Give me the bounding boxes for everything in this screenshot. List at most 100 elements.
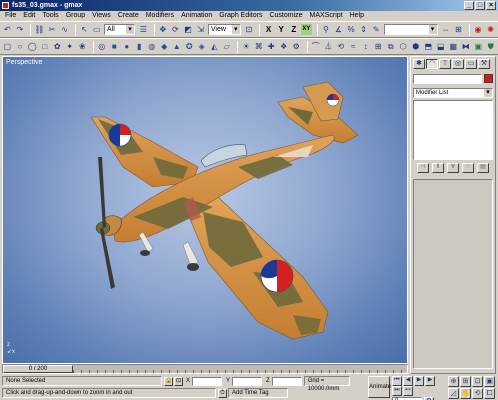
- play-icon[interactable]: ▶: [414, 376, 424, 386]
- modifier-list-dropdown[interactable]: Modifier List: [413, 88, 493, 98]
- axis-y-button[interactable]: Y: [276, 24, 287, 35]
- select-by-name-icon[interactable]: ☰: [138, 24, 149, 35]
- pivot-icon[interactable]: ⊡: [244, 24, 255, 35]
- menu-animation[interactable]: Animation: [178, 11, 216, 21]
- display-tab-icon[interactable]: ▭: [465, 59, 477, 69]
- ffd-icon[interactable]: ⊞: [373, 41, 384, 52]
- align-icon[interactable]: ⊞: [453, 24, 464, 35]
- reference-coord-dropdown[interactable]: View: [207, 24, 241, 35]
- symmetry-icon[interactable]: ⧓: [461, 41, 472, 52]
- shield-icon[interactable]: ⛊: [486, 41, 497, 52]
- maximize-viewport-icon[interactable]: ⧠: [484, 388, 495, 399]
- zoom-icon[interactable]: ⊕: [448, 376, 459, 387]
- time-slider[interactable]: 0 / 200: [3, 365, 73, 373]
- pan-icon[interactable]: ✋: [460, 388, 471, 399]
- menu-graph-editors[interactable]: Graph Editors: [216, 11, 266, 21]
- helper-icon[interactable]: ✚: [266, 41, 277, 52]
- menu-help[interactable]: Help: [347, 11, 368, 21]
- lock-selection-icon[interactable]: 🔒: [164, 376, 173, 386]
- minimize-button[interactable]: _: [464, 1, 474, 10]
- squash-icon[interactable]: ⇲: [195, 24, 206, 35]
- zoom-extents-icon[interactable]: ⊡: [472, 376, 483, 387]
- maximize-button[interactable]: □: [475, 1, 485, 10]
- snap-icon[interactable]: ⚲: [321, 24, 332, 35]
- menu-tools[interactable]: Tools: [39, 11, 62, 21]
- scale-icon[interactable]: ◩: [183, 24, 194, 35]
- object-color-swatch[interactable]: [484, 74, 493, 83]
- redo-icon[interactable]: ↷: [15, 24, 26, 35]
- green-box-icon[interactable]: ▣: [473, 41, 484, 52]
- go-to-end-icon[interactable]: ⏭: [392, 386, 402, 396]
- perspective-viewport[interactable]: Perspective z ↙x: [2, 56, 408, 364]
- time-slider-track[interactable]: 0 / 200: [2, 364, 408, 374]
- modify-tab-icon[interactable]: ◠: [426, 59, 438, 69]
- systems-icon[interactable]: ⚙: [291, 41, 302, 52]
- helix-icon[interactable]: ❀: [77, 41, 88, 52]
- camera-icon[interactable]: ⌘: [254, 41, 265, 52]
- pin-stack-icon[interactable]: ⊣: [417, 163, 429, 173]
- twist-icon[interactable]: ⟲: [336, 41, 347, 52]
- show-end-result-icon[interactable]: ‖: [432, 163, 444, 173]
- spacewarp-icon[interactable]: ❖: [279, 41, 290, 52]
- taper-icon[interactable]: ⏃: [323, 41, 334, 52]
- percent-snap-icon[interactable]: %: [346, 24, 357, 35]
- rotate-icon[interactable]: ⟳: [170, 24, 181, 35]
- mesh-smooth-icon[interactable]: ⬢: [411, 41, 422, 52]
- go-to-start-icon[interactable]: ⏮: [392, 376, 402, 386]
- menu-create[interactable]: Create: [115, 11, 143, 21]
- unlink-icon[interactable]: ✂: [47, 24, 58, 35]
- box-icon[interactable]: ▢: [2, 41, 13, 52]
- add-time-tag-button[interactable]: Add Time Tag: [228, 388, 288, 398]
- utilities-tab-icon[interactable]: ⚒: [478, 59, 490, 69]
- circle-icon[interactable]: ○: [15, 41, 26, 52]
- time-tag-icon[interactable]: ⏱: [218, 388, 227, 398]
- remove-modifier-icon[interactable]: ♢: [462, 163, 474, 173]
- select-icon[interactable]: ↖: [79, 24, 90, 35]
- modifier-stack[interactable]: [413, 100, 493, 160]
- sphere-icon[interactable]: ●: [122, 41, 133, 52]
- object-name-field[interactable]: [413, 74, 482, 84]
- plane-icon[interactable]: ▱: [222, 41, 233, 52]
- cube-icon[interactable]: ■: [109, 41, 120, 52]
- material-icon[interactable]: ◉: [473, 24, 484, 35]
- torus-icon[interactable]: ◍: [147, 41, 158, 52]
- zoom-extents-all-icon[interactable]: ▣: [484, 376, 495, 387]
- cone-icon[interactable]: ▲: [172, 41, 183, 52]
- bind-icon[interactable]: ∿: [59, 24, 70, 35]
- aircraft-model[interactable]: [3, 57, 408, 364]
- angle-snap-icon[interactable]: ∡: [333, 24, 344, 35]
- close-button[interactable]: ×: [486, 1, 496, 10]
- edit-mesh-icon[interactable]: ⬡: [398, 41, 409, 52]
- tube-icon[interactable]: ◈: [197, 41, 208, 52]
- text-shape-icon[interactable]: ✦: [65, 41, 76, 52]
- select-region-icon[interactable]: ▭: [91, 24, 102, 35]
- render-icon[interactable]: ✺: [485, 24, 496, 35]
- cylinder-icon[interactable]: ▮: [134, 41, 145, 52]
- section-icon[interactable]: ◎: [97, 41, 108, 52]
- named-selection-dropdown[interactable]: [383, 24, 438, 35]
- axis-x-button[interactable]: X: [263, 24, 274, 35]
- absolute-mode-icon[interactable]: ⊡: [174, 376, 183, 386]
- create-tab-icon[interactable]: ✱: [413, 59, 425, 69]
- teapot-icon[interactable]: ◆: [159, 41, 170, 52]
- undo-icon[interactable]: ↶: [2, 24, 13, 35]
- link-icon[interactable]: ⛓: [34, 24, 45, 35]
- spinner-snap-icon[interactable]: ⇕: [358, 24, 369, 35]
- menu-views[interactable]: Views: [89, 11, 115, 21]
- previous-frame-icon[interactable]: ◀: [403, 376, 413, 386]
- mirror-icon[interactable]: ⇔: [441, 24, 452, 35]
- square-icon[interactable]: □: [40, 41, 51, 52]
- menu-edit[interactable]: Edit: [20, 11, 39, 21]
- menu-customize[interactable]: Customize: [266, 11, 306, 21]
- pyramid-icon[interactable]: ◭: [209, 41, 220, 52]
- light-icon[interactable]: ☀: [241, 41, 252, 52]
- noise-icon[interactable]: ≈: [348, 41, 359, 52]
- bend-icon[interactable]: ⌒: [311, 41, 322, 52]
- make-unique-icon[interactable]: ∀: [447, 163, 459, 173]
- geosphere-icon[interactable]: ✪: [184, 41, 195, 52]
- menu-group[interactable]: Group: [63, 11, 89, 21]
- fov-icon[interactable]: ◿: [448, 388, 459, 399]
- y-coordinate-field[interactable]: [232, 376, 263, 386]
- ngon-icon[interactable]: ◯: [27, 41, 38, 52]
- x-coordinate-field[interactable]: [192, 376, 223, 386]
